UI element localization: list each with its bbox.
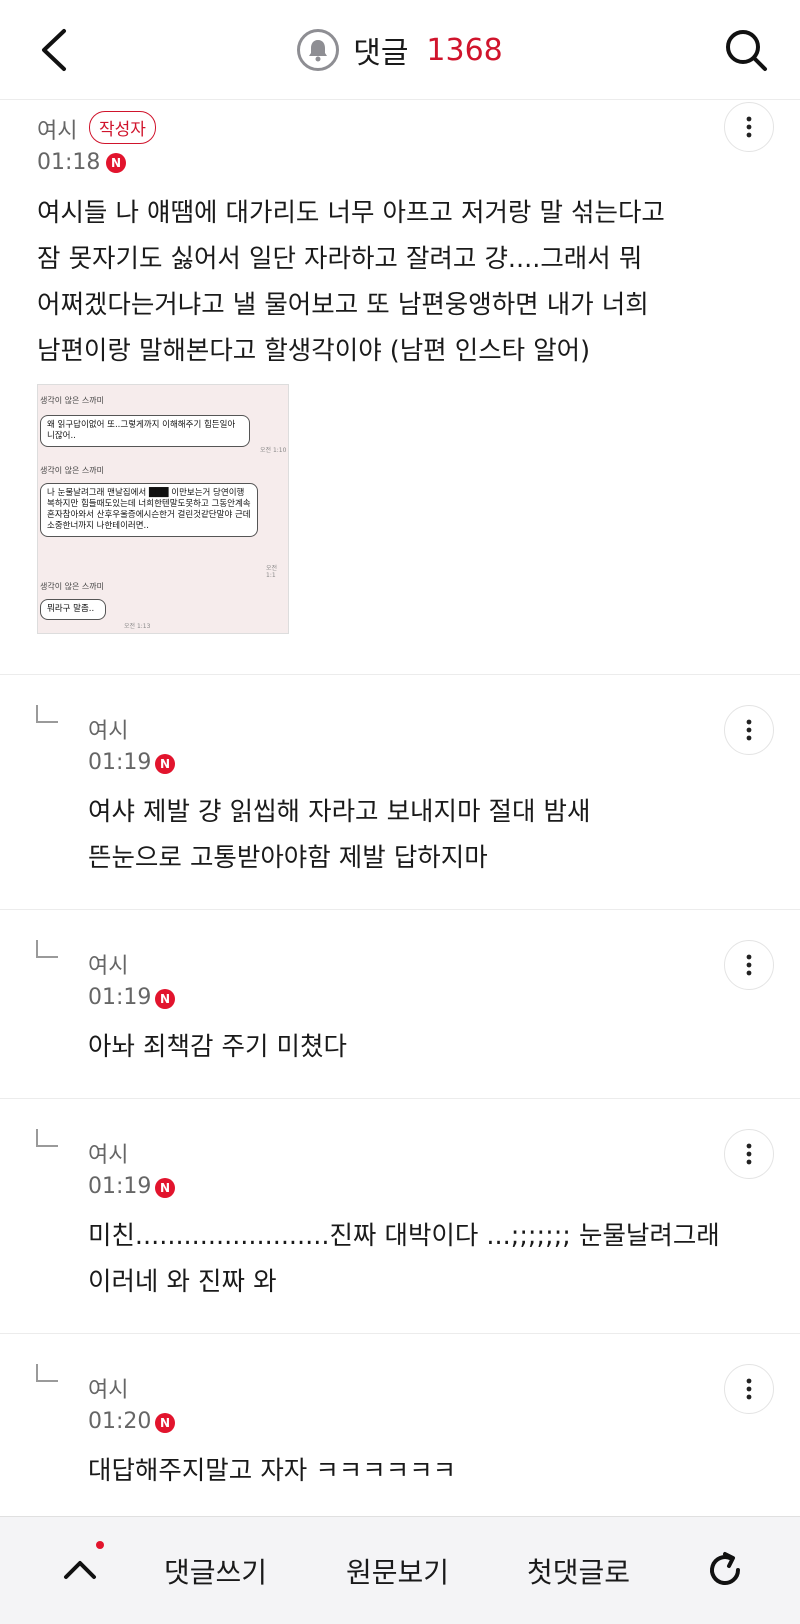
comment-time: 01:19 (88, 1174, 152, 1199)
comment-time: 01:18 (37, 150, 101, 175)
comment-text: 아놔 죄책감 주기 미쳤다 (88, 1024, 347, 1070)
reply-comment-item: 여시 01:19 N 여샤 제발 걍 읽씹해 자라고 보내지마 절대 밤새 뜬눈… (0, 675, 800, 910)
write-comment-button[interactable]: 댓글쓰기 (164, 1551, 267, 1591)
comment-nickname[interactable]: 여시 (37, 113, 77, 145)
more-options-button[interactable] (724, 1364, 774, 1414)
comment-time: 01:19 (88, 750, 152, 775)
comment-text: 미친........................진짜 대박이다 ...;;;… (88, 1213, 720, 1305)
new-badge: N (155, 754, 175, 774)
comment-nickname[interactable]: 여시 (88, 713, 128, 745)
chat-sender: 생각이 않은 스까미 (40, 582, 104, 591)
comment-nickname[interactable]: 여시 (88, 948, 128, 980)
comment-nickname[interactable]: 여시 (88, 1372, 128, 1404)
author-badge: 작성자 (89, 111, 156, 144)
comment-time: 01:20 (88, 1409, 152, 1434)
more-vertical-icon (746, 1143, 752, 1165)
more-options-button[interactable] (724, 102, 774, 152)
search-button[interactable] (718, 22, 774, 78)
chat-time: 오전 1:1 (266, 565, 278, 579)
reply-comment-item: 여시 01:19 N 아놔 죄책감 주기 미쳤다 (0, 910, 800, 1099)
search-icon (726, 30, 767, 71)
reply-arrow-icon (36, 705, 58, 723)
chat-time: 오전 1:13 (124, 623, 151, 630)
more-options-button[interactable] (724, 705, 774, 755)
first-comment-button[interactable]: 첫댓글로 (527, 1551, 630, 1591)
comment-line: 미친........................진짜 대박이다 ...;;;… (88, 1221, 720, 1251)
comment-line: 뜬눈으로 고통받아야함 제발 답하지마 (88, 843, 488, 873)
comment-text: 여샤 제발 걍 읽씹해 자라고 보내지마 절대 밤새 뜬눈으로 고통받아야함 제… (88, 789, 590, 881)
refresh-button[interactable] (700, 1545, 750, 1595)
refresh-icon (710, 1552, 740, 1586)
comment-line: 이러네 와 진짜 와 (88, 1267, 277, 1297)
reply-arrow-icon (36, 1129, 58, 1147)
chat-bubble: 나 눈물날려그래 맨날집에서 ███ 이만보는거 당연이행복하지만 힘들때도있는… (40, 483, 258, 537)
notification-dot (96, 1541, 104, 1549)
comment-time: 01:19 (88, 985, 152, 1010)
reply-arrow-icon (36, 940, 58, 958)
comment-line: 잠 못자기도 싫어서 일단 자라하고 잘려고 걍....그래서 뭐 (37, 244, 643, 274)
comment-count: 1368 (426, 32, 503, 68)
bottom-action-bar: 댓글쓰기 원문보기 첫댓글로 (0, 1516, 800, 1624)
bell-icon[interactable] (297, 29, 340, 71)
comment-line: 대답해주지말고 자자 ㅋㅋㅋㅋㅋㅋ (88, 1456, 457, 1486)
more-vertical-icon (746, 116, 752, 138)
comment-text: 대답해주지말고 자자 ㅋㅋㅋㅋㅋㅋ (88, 1448, 456, 1494)
new-badge: N (155, 1413, 175, 1433)
chat-sender: 생각이 않은 스까미 (40, 396, 104, 405)
new-badge: N (106, 153, 126, 173)
more-vertical-icon (746, 719, 752, 741)
comment-nickname[interactable]: 여시 (88, 1137, 128, 1169)
more-options-button[interactable] (724, 1129, 774, 1179)
reply-comment-item: 여시 01:19 N 미친........................진짜 … (0, 1099, 800, 1334)
comment-line: 여샤 제발 걍 읽씹해 자라고 보내지마 절대 밤새 (88, 797, 591, 827)
scroll-top-button[interactable] (56, 1545, 104, 1593)
comment-line: 아놔 죄책감 주기 미쳤다 (88, 1032, 347, 1062)
more-vertical-icon (746, 954, 752, 976)
attached-image[interactable]: 생각이 않은 스까미 왜 읽구답이없어 또..그렇게까지 이해해주기 힘든일아니… (37, 384, 289, 634)
chat-time: 오전 1:10 (260, 447, 287, 454)
new-badge: N (155, 1178, 175, 1198)
chat-sender: 생각이 않은 스까미 (40, 466, 104, 475)
reply-arrow-icon (36, 1364, 58, 1382)
chevron-up-icon (64, 1561, 96, 1579)
more-options-button[interactable] (724, 940, 774, 990)
title-label: 댓글 (353, 36, 409, 71)
new-badge: N (155, 989, 175, 1009)
comment-line: 남편이랑 말해본다고 할생각이야 (남편 인스타 알어) (37, 336, 591, 366)
top-app-bar: 댓글 1368 (0, 0, 800, 100)
reply-comment-item: 여시 01:20 N 대답해주지말고 자자 ㅋㅋㅋㅋㅋㅋ (0, 1334, 800, 1516)
comment-line: 어쩌겠다는거냐고 낼 물어보고 또 남편웅앵하면 내가 너희 (37, 290, 649, 320)
chat-bubble: 뭐라구 말좀.. (40, 599, 106, 620)
comment-text: 여시들 나 얘땜에 대가리도 너무 아프고 저거랑 말 섞는다고 잠 못자기도 … (37, 190, 665, 374)
more-vertical-icon (746, 1378, 752, 1400)
comment-line: 여시들 나 얘땜에 대가리도 너무 아프고 저거랑 말 섞는다고 (37, 198, 665, 228)
view-original-button[interactable]: 원문보기 (346, 1551, 449, 1591)
chat-bubble: 왜 읽구답이없어 또..그렇게까지 이해해주기 힘든일아니잖어.. (40, 415, 250, 447)
page-title: 댓글 1368 (0, 28, 800, 72)
